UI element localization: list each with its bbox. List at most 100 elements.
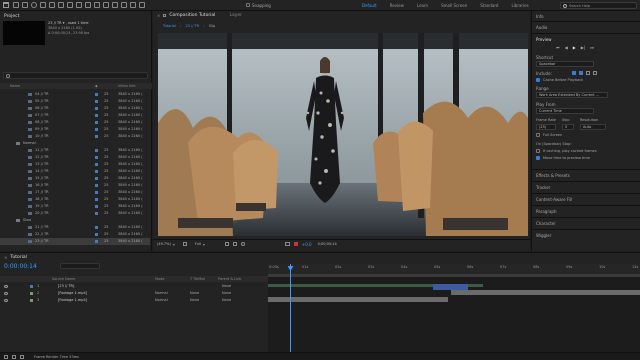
puppet-pin-icon[interactable] — [138, 2, 145, 8]
project-search-input[interactable] — [3, 72, 148, 79]
project-list-item[interactable]: 21 // TR 25 3840 x 2160 ( — [0, 224, 150, 231]
layer-parent-dropdown[interactable]: None — [222, 298, 231, 302]
project-list-item[interactable]: 18 // TR 25 3840 x 2160 ( — [0, 196, 150, 203]
project-list-item[interactable]: 05 // TR 25 3840 x 2160 ( — [0, 98, 150, 105]
layer-2-bar[interactable] — [451, 290, 640, 295]
layer-mode-dropdown[interactable]: Normal — [155, 291, 168, 295]
time-ruler[interactable]: 0:00s 01s 02s 03s 04s 05s 06s 07s 08s 09s 10s 11s — [268, 264, 640, 274]
project-folder[interactable]: Normal — [0, 140, 150, 147]
label-color-swatch[interactable] — [95, 232, 98, 236]
hand-tool-icon[interactable] — [21, 2, 28, 8]
project-list-item[interactable]: 10 // TR 25 3840 x 2160 ( — [0, 133, 150, 140]
project-list-item[interactable]: 09 // TR 25 3840 x 2160 ( — [0, 126, 150, 133]
workspace-default[interactable]: Default — [362, 3, 377, 8]
roto-brush-icon[interactable] — [129, 2, 136, 8]
play-icon[interactable]: ▶ — [573, 45, 576, 50]
workspace-review[interactable]: Review — [390, 3, 404, 8]
layer-label-swatch[interactable] — [30, 298, 33, 302]
preview-header[interactable]: Preview — [532, 33, 640, 43]
magnification-dropdown[interactable]: (49.7%) — [157, 242, 171, 246]
if-caching-checkbox[interactable] — [536, 149, 540, 153]
graph-icon[interactable] — [12, 354, 16, 359]
character-section[interactable]: Character — [532, 217, 640, 227]
col-source-name[interactable]: Source Name — [52, 277, 75, 281]
grid-icon[interactable] — [182, 242, 187, 246]
workspace-small-screen[interactable]: Small Screen — [441, 3, 467, 8]
home-icon[interactable] — [3, 2, 9, 8]
full-screen-checkbox[interactable] — [536, 133, 540, 137]
label-color-swatch[interactable] — [95, 162, 98, 166]
audio-section[interactable]: Audio — [532, 21, 640, 31]
label-color-swatch[interactable] — [95, 127, 98, 131]
selection-tool-icon[interactable] — [12, 2, 19, 8]
close-icon[interactable]: × — [4, 255, 7, 260]
label-color-swatch[interactable] — [95, 239, 98, 243]
workspace-libraries[interactable]: Libraries — [511, 3, 528, 8]
type-tool-icon[interactable] — [93, 2, 100, 8]
skip-input[interactable]: 0 — [562, 124, 574, 130]
frame-rate-dropdown[interactable]: (25) — [536, 124, 556, 130]
project-list-item[interactable]: 23 // TR 25 3840 x 2160 ( — [0, 238, 150, 245]
orbit-camera-icon[interactable] — [39, 2, 46, 8]
content-aware-fill-section[interactable]: Content-Aware Fill — [532, 193, 640, 203]
composition-viewer[interactable] — [158, 33, 528, 236]
comp-tab-label[interactable]: Composition Tutorial — [169, 13, 215, 18]
eye-icon[interactable] — [4, 284, 8, 288]
label-color-swatch[interactable] — [95, 120, 98, 124]
timeline-layer-row[interactable]: 1 [23 // TR] None — [0, 283, 268, 290]
region-of-interest-icon[interactable] — [224, 242, 229, 246]
layer-tab-label[interactable]: Layer — [229, 13, 242, 18]
project-list-item[interactable]: 04 // TR 25 3840 x 2160 ( — [0, 91, 150, 98]
cache-before-playback-checkbox[interactable] — [536, 78, 540, 82]
layer-label-swatch[interactable] — [30, 284, 33, 288]
label-color-swatch[interactable] — [95, 176, 98, 180]
zoom-tool-icon[interactable] — [30, 2, 37, 8]
col-video-info[interactable]: Video Info — [118, 84, 136, 88]
layer-label-swatch[interactable] — [30, 291, 33, 295]
breadcrumb-slip[interactable]: Slip — [209, 24, 215, 28]
layer-3-bar[interactable] — [268, 297, 448, 302]
label-col-icon[interactable]: ◆ — [95, 84, 98, 88]
timeline-layer-row[interactable]: 2 [Footage 1.mp4] Normal None None — [0, 290, 268, 297]
label-color-swatch[interactable] — [95, 169, 98, 173]
range-dropdown[interactable]: Work Area Extended By Current ... — [536, 92, 608, 98]
project-list-item[interactable]: 11 // TR 25 3840 x 2160 ( — [0, 147, 150, 154]
layer-parent-dropdown[interactable]: None — [222, 291, 231, 295]
dolly-camera-icon[interactable] — [57, 2, 64, 8]
audio-toggle-icon[interactable] — [579, 71, 583, 75]
eye-icon[interactable] — [4, 291, 8, 295]
color-channel-icon[interactable] — [293, 242, 298, 246]
close-icon[interactable]: × — [157, 13, 160, 18]
playhead[interactable] — [290, 264, 291, 352]
timeline-layer-row[interactable]: 3 [Footage 1.mp4] Normal None None — [0, 297, 268, 304]
label-color-swatch[interactable] — [95, 183, 98, 187]
project-list-item[interactable]: 16 // TR 25 3840 x 2160 ( — [0, 182, 150, 189]
timeline-search-input[interactable] — [60, 263, 100, 269]
overlay-toggle-icon[interactable] — [586, 71, 590, 75]
label-color-swatch[interactable] — [95, 211, 98, 215]
play-from-dropdown[interactable]: Current Time — [536, 108, 594, 114]
wiggler-section[interactable]: Wiggler — [532, 229, 640, 239]
move-time-checkbox[interactable] — [536, 156, 540, 160]
workspace-standard[interactable]: Standard — [480, 3, 498, 8]
label-color-swatch[interactable] — [95, 99, 98, 103]
col-mode[interactable]: Mode — [155, 277, 165, 281]
first-frame-icon[interactable]: ⏮ — [556, 45, 560, 50]
label-color-swatch[interactable] — [95, 225, 98, 229]
resolution-dropdown[interactable]: Full — [195, 242, 201, 246]
project-list-item[interactable]: 08 // TR 25 3840 x 2160 ( — [0, 119, 150, 126]
project-list-item[interactable]: 15 // TR 25 3840 x 2160 ( — [0, 175, 150, 182]
work-area-bar[interactable] — [268, 274, 640, 277]
pan-camera-icon[interactable] — [48, 2, 55, 8]
project-list-item[interactable]: 14 // TR 25 3840 x 2160 ( — [0, 168, 150, 175]
label-color-swatch[interactable] — [95, 190, 98, 194]
project-list-item[interactable]: 17 // TR 25 3840 x 2160 ( — [0, 189, 150, 196]
prev-frame-icon[interactable]: ◀ — [565, 45, 568, 50]
breadcrumb-tutorial[interactable]: Tutorial — [163, 24, 176, 28]
help-search-input[interactable]: Search Help — [560, 2, 637, 9]
project-folder[interactable]: Slow — [0, 217, 150, 224]
info-section[interactable]: Info — [532, 11, 640, 21]
brush-tool-icon[interactable] — [102, 2, 109, 8]
col-name[interactable]: Name — [10, 84, 20, 88]
transparency-grid-icon[interactable] — [232, 242, 237, 246]
